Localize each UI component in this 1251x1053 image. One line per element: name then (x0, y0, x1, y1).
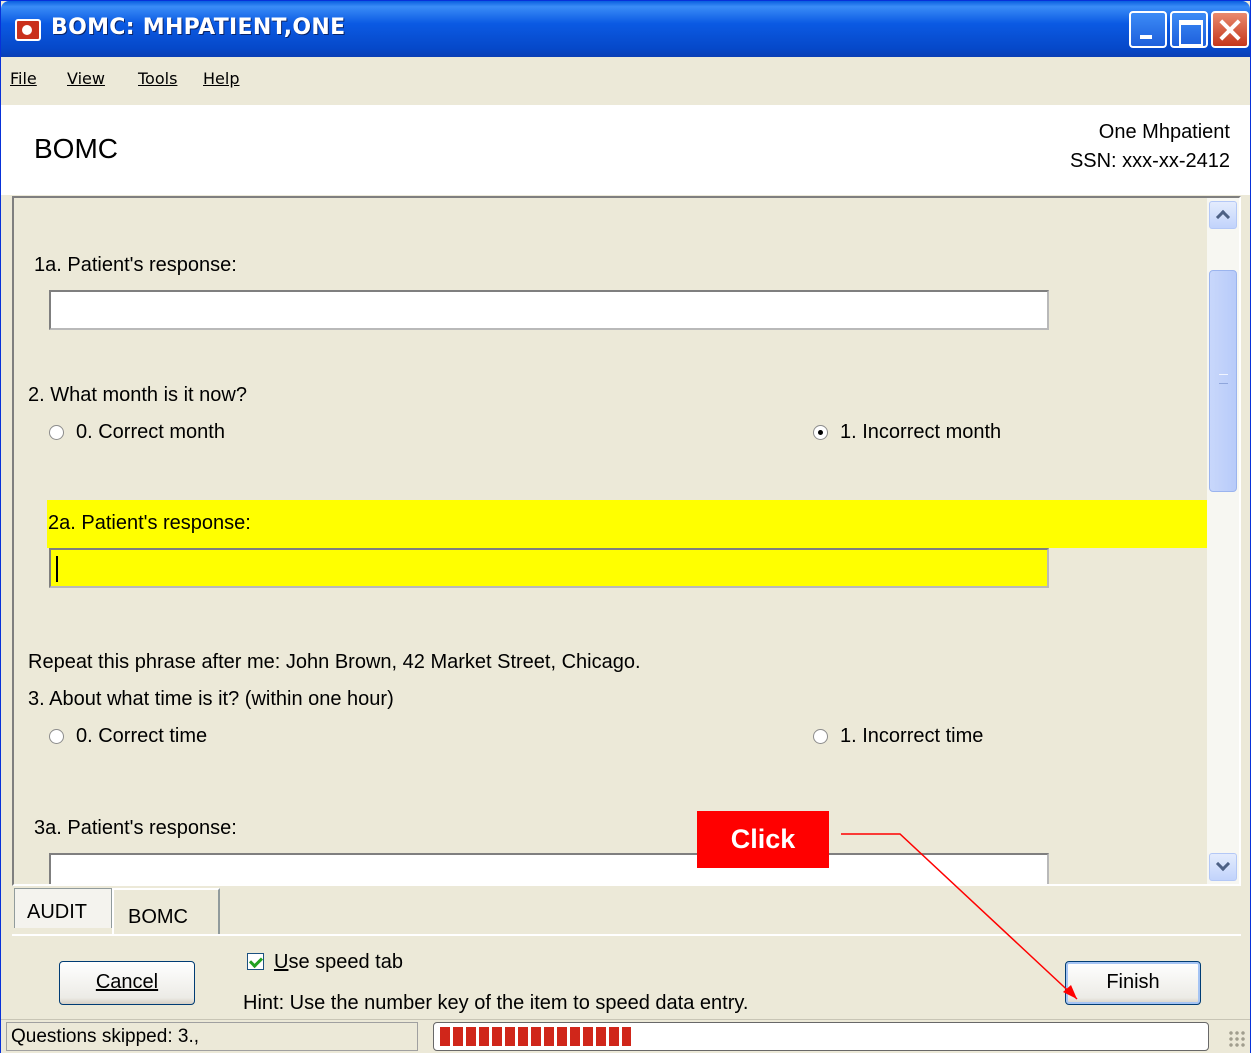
finish-button-label: Finish (1106, 971, 1160, 993)
q3-option-incorrect-label: 1. Incorrect time (840, 725, 984, 747)
q2a-response-input[interactable] (49, 548, 1049, 588)
q3-option-incorrect[interactable]: 1. Incorrect time (813, 725, 983, 748)
maximize-button[interactable] (1170, 11, 1208, 48)
q3-radio-incorrect[interactable] (813, 729, 828, 744)
q3a-response-input[interactable] (49, 853, 1049, 884)
resize-grip-icon[interactable] (1228, 1030, 1246, 1048)
menu-tools-label: Tools (138, 69, 178, 88)
q2-option-incorrect[interactable]: 1. Incorrect month (813, 421, 1001, 444)
q2a-label: 2a. Patient's response: (48, 512, 251, 534)
progress-bar (433, 1022, 1209, 1051)
q2-option-incorrect-label: 1. Incorrect month (840, 421, 1002, 443)
checkbox-checked-icon[interactable] (247, 953, 264, 970)
menu-help-label: Help (203, 69, 240, 88)
window-title: BOMC: MHPATIENT,ONE (51, 15, 346, 40)
minimize-button[interactable] (1129, 11, 1167, 48)
status-bar: Questions skipped: 3., (1, 1019, 1250, 1053)
cancel-button-label: Cancel (95, 971, 159, 993)
scroll-down-button[interactable] (1209, 853, 1237, 881)
app-icon (15, 19, 41, 41)
menu-view[interactable]: View (67, 69, 105, 88)
grip-icon (1219, 374, 1228, 384)
q2-radio-incorrect[interactable] (813, 425, 828, 440)
scroll-up-button[interactable] (1209, 201, 1237, 229)
scrollbar-thumb[interactable] (1209, 270, 1237, 492)
progress-fill (440, 1027, 631, 1046)
q3-option-correct-label: 0. Correct time (76, 725, 208, 747)
chevron-down-icon (1215, 856, 1231, 872)
instrument-title: BOMC (34, 133, 118, 164)
menu-view-label: View (67, 69, 105, 88)
menu-file-label: File (10, 69, 37, 88)
q3-label: 3. About what time is it? (within one ho… (28, 688, 394, 710)
text-caret (56, 556, 58, 582)
instrument-tabs: AUDIT BOMC (12, 888, 1241, 936)
q3-radio-correct[interactable] (49, 729, 64, 744)
q3-option-correct[interactable]: 0. Correct time (49, 725, 207, 748)
status-text: Questions skipped: 3., (6, 1022, 418, 1051)
finish-button[interactable]: Finish (1065, 961, 1201, 1005)
tab-bomc[interactable]: BOMC (112, 888, 220, 935)
q3a-label: 3a. Patient's response: (34, 817, 237, 839)
footer-panel: Cancel Use speed tab Hint: Use the numbe… (12, 934, 1241, 1017)
q2-option-correct[interactable]: 0. Correct month (49, 421, 225, 444)
patient-ssn: SSN: xxx-xx-2412 (1069, 150, 1230, 172)
click-callout: Click (697, 811, 829, 868)
close-button[interactable] (1211, 11, 1249, 48)
menu-tools[interactable]: Tools (138, 69, 177, 88)
app-window: BOMC: MHPATIENT,ONE File View Tools Help… (0, 0, 1251, 1053)
tab-audit[interactable]: AUDIT (14, 888, 112, 928)
title-bar[interactable]: BOMC: MHPATIENT,ONE (1, 1, 1250, 57)
header-panel: BOMC One Mhpatient SSN: xxx-xx-2412 (1, 105, 1250, 195)
q1a-response-input[interactable] (49, 290, 1049, 330)
hint-text: Hint: Use the number key of the item to … (243, 992, 749, 1014)
q1a-label: 1a. Patient's response: (34, 254, 237, 276)
speed-tab-label: Use speed tab (274, 951, 403, 973)
menu-bar: File View Tools Help (1, 57, 1250, 105)
menu-file[interactable]: File (10, 69, 37, 88)
phrase-instruction: Repeat this phrase after me: John Brown,… (28, 651, 641, 673)
q2-label: 2. What month is it now? (28, 384, 247, 406)
q2-option-correct-label: 0. Correct month (76, 421, 225, 443)
q2-radio-correct[interactable] (49, 425, 64, 440)
menu-help[interactable]: Help (203, 69, 239, 88)
cancel-button[interactable]: Cancel (59, 961, 195, 1005)
patient-name: One Mhpatient (1098, 121, 1230, 143)
question-scroll-area[interactable]: 1a. Patient's response: 2. What month is… (12, 196, 1241, 886)
vertical-scrollbar[interactable] (1207, 198, 1239, 884)
chevron-up-icon (1215, 209, 1231, 225)
speed-tab-checkbox[interactable]: Use speed tab (247, 951, 403, 974)
